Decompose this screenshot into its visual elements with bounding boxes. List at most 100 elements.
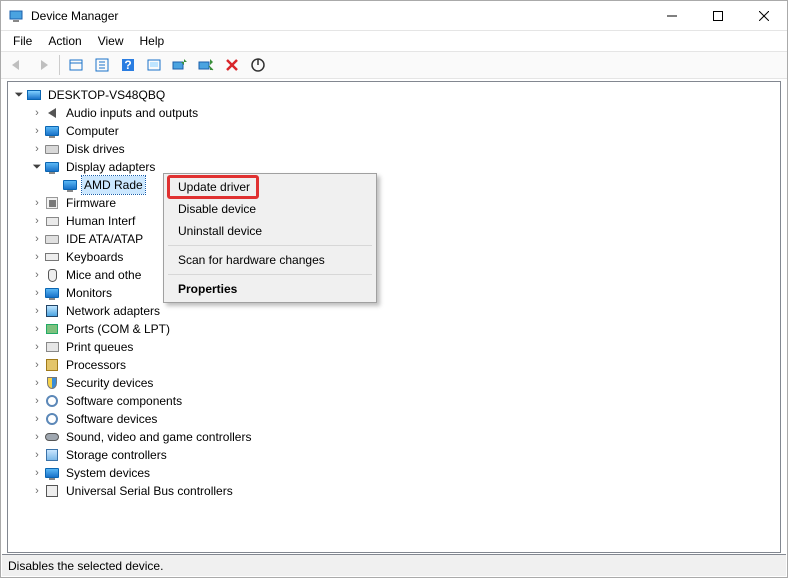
toolbar-separator: [59, 55, 60, 75]
monitor-icon: [44, 123, 60, 139]
menu-action[interactable]: Action: [40, 32, 89, 50]
context-item-label: Properties: [178, 282, 237, 296]
context-update-driver[interactable]: Update driver: [166, 176, 374, 198]
uninstall-device-button[interactable]: [220, 53, 244, 77]
minimize-button[interactable]: [649, 1, 695, 31]
tree-item-label: Keyboards: [64, 248, 125, 266]
chevron-down-icon[interactable]: ⏷: [30, 158, 44, 176]
context-uninstall-device[interactable]: Uninstall device: [166, 220, 374, 242]
tree-item-mice[interactable]: ›Mice and othe: [12, 266, 780, 284]
chevron-right-icon[interactable]: ›: [30, 374, 44, 392]
gear-icon: [44, 411, 60, 427]
properties-button[interactable]: [90, 53, 114, 77]
cpu-icon: [44, 357, 60, 373]
tree-item-processors[interactable]: ›Processors: [12, 356, 780, 374]
tree-item-label: Display adapters: [64, 158, 157, 176]
monitor-icon: [62, 177, 78, 193]
chevron-right-icon[interactable]: ›: [30, 392, 44, 410]
context-properties[interactable]: Properties: [166, 278, 374, 300]
chevron-down-icon[interactable]: ⏷: [12, 86, 26, 104]
tree-item-label: Universal Serial Bus controllers: [64, 482, 235, 500]
tree-item-monitors[interactable]: ›Monitors: [12, 284, 780, 302]
tree-item-firmware[interactable]: ›Firmware: [12, 194, 780, 212]
tree-item-hid[interactable]: ›Human Interf: [12, 212, 780, 230]
tree-item-display-child[interactable]: AMD Rade: [12, 176, 780, 194]
storage-icon: [44, 447, 60, 463]
mouse-icon: [44, 267, 60, 283]
tree-item-ports[interactable]: ›Ports (COM & LPT): [12, 320, 780, 338]
chevron-right-icon[interactable]: ›: [30, 446, 44, 464]
tree-item-audio[interactable]: › Audio inputs and outputs: [12, 104, 780, 122]
tree-item-label: Storage controllers: [64, 446, 169, 464]
disable-device-button[interactable]: [194, 53, 218, 77]
gear-icon: [44, 393, 60, 409]
forward-button[interactable]: [31, 53, 55, 77]
window-title: Device Manager: [31, 9, 649, 23]
context-scan-hardware[interactable]: Scan for hardware changes: [166, 249, 374, 271]
tree-item-usb[interactable]: › Universal Serial Bus controllers: [12, 482, 780, 500]
close-button[interactable]: [741, 1, 787, 31]
tree-item-print[interactable]: ›Print queues: [12, 338, 780, 356]
chevron-right-icon[interactable]: ›: [30, 212, 44, 230]
chevron-right-icon[interactable]: ›: [30, 356, 44, 374]
tree-item-label: Software components: [64, 392, 184, 410]
audio-icon: [44, 105, 60, 121]
chevron-right-icon[interactable]: ›: [30, 140, 44, 158]
help-button[interactable]: ?: [116, 53, 140, 77]
tree-root-label: DESKTOP-VS48QBQ: [46, 86, 167, 104]
tree-item-ide[interactable]: › IDE ATA/ATAP: [12, 230, 780, 248]
device-tree[interactable]: ⏷ DESKTOP-VS48QBQ › Audio inputs and outp…: [8, 82, 780, 504]
chevron-right-icon[interactable]: ›: [30, 410, 44, 428]
network-icon: [44, 303, 60, 319]
port-icon: [44, 321, 60, 337]
tree-item-label: IDE ATA/ATAP: [64, 230, 145, 248]
context-menu: Update driver Disable device Uninstall d…: [163, 173, 377, 303]
show-hidden-button[interactable]: [64, 53, 88, 77]
tree-item-system[interactable]: › System devices: [12, 464, 780, 482]
tree-item-network[interactable]: ›Network adapters: [12, 302, 780, 320]
tree-item-label: System devices: [64, 464, 152, 482]
titlebar: Device Manager: [1, 1, 787, 31]
back-button[interactable]: [5, 53, 29, 77]
chevron-right-icon[interactable]: ›: [30, 284, 44, 302]
computer-icon: [26, 87, 42, 103]
tree-item-display[interactable]: ⏷ Display adapters: [12, 158, 780, 176]
maximize-button[interactable]: [695, 1, 741, 31]
chevron-right-icon[interactable]: ›: [30, 230, 44, 248]
menu-view[interactable]: View: [90, 32, 132, 50]
tree-item-softcomp[interactable]: › Software components: [12, 392, 780, 410]
chevron-right-icon[interactable]: ›: [30, 338, 44, 356]
context-separator: [168, 245, 372, 246]
chevron-right-icon[interactable]: ›: [30, 464, 44, 482]
chevron-right-icon[interactable]: ›: [30, 320, 44, 338]
tree-item-security[interactable]: ›Security devices: [12, 374, 780, 392]
chevron-right-icon[interactable]: ›: [30, 194, 44, 212]
menu-help[interactable]: Help: [132, 32, 173, 50]
chevron-right-icon[interactable]: ›: [30, 248, 44, 266]
monitor-icon: [44, 159, 60, 175]
chevron-right-icon[interactable]: ›: [30, 266, 44, 284]
tree-item-softdev[interactable]: ›Software devices: [12, 410, 780, 428]
chevron-right-icon[interactable]: ›: [30, 104, 44, 122]
tree-item-sound[interactable]: ›Sound, video and game controllers: [12, 428, 780, 446]
update-driver-button[interactable]: [168, 53, 192, 77]
tree-item-computer[interactable]: ›Computer: [12, 122, 780, 140]
context-disable-device[interactable]: Disable device: [166, 198, 374, 220]
scan-button[interactable]: [142, 53, 166, 77]
status-bar: Disables the selected device.: [2, 554, 786, 576]
tree-item-storage[interactable]: › Storage controllers: [12, 446, 780, 464]
tree-item-label: Audio inputs and outputs: [64, 104, 200, 122]
svg-text:?: ?: [124, 58, 131, 72]
chevron-right-icon[interactable]: ›: [30, 122, 44, 140]
tree-item-keyboards[interactable]: › Keyboards: [12, 248, 780, 266]
chevron-right-icon[interactable]: ›: [30, 302, 44, 320]
printer-icon: [44, 339, 60, 355]
context-separator: [168, 274, 372, 275]
tree-item-label: AMD Rade: [82, 176, 145, 194]
chevron-right-icon[interactable]: ›: [30, 482, 44, 500]
chevron-right-icon[interactable]: ›: [30, 428, 44, 446]
enable-device-button[interactable]: [246, 53, 270, 77]
tree-item-disk[interactable]: ›Disk drives: [12, 140, 780, 158]
tree-root[interactable]: ⏷ DESKTOP-VS48QBQ: [12, 86, 780, 104]
menu-file[interactable]: File: [5, 32, 40, 50]
